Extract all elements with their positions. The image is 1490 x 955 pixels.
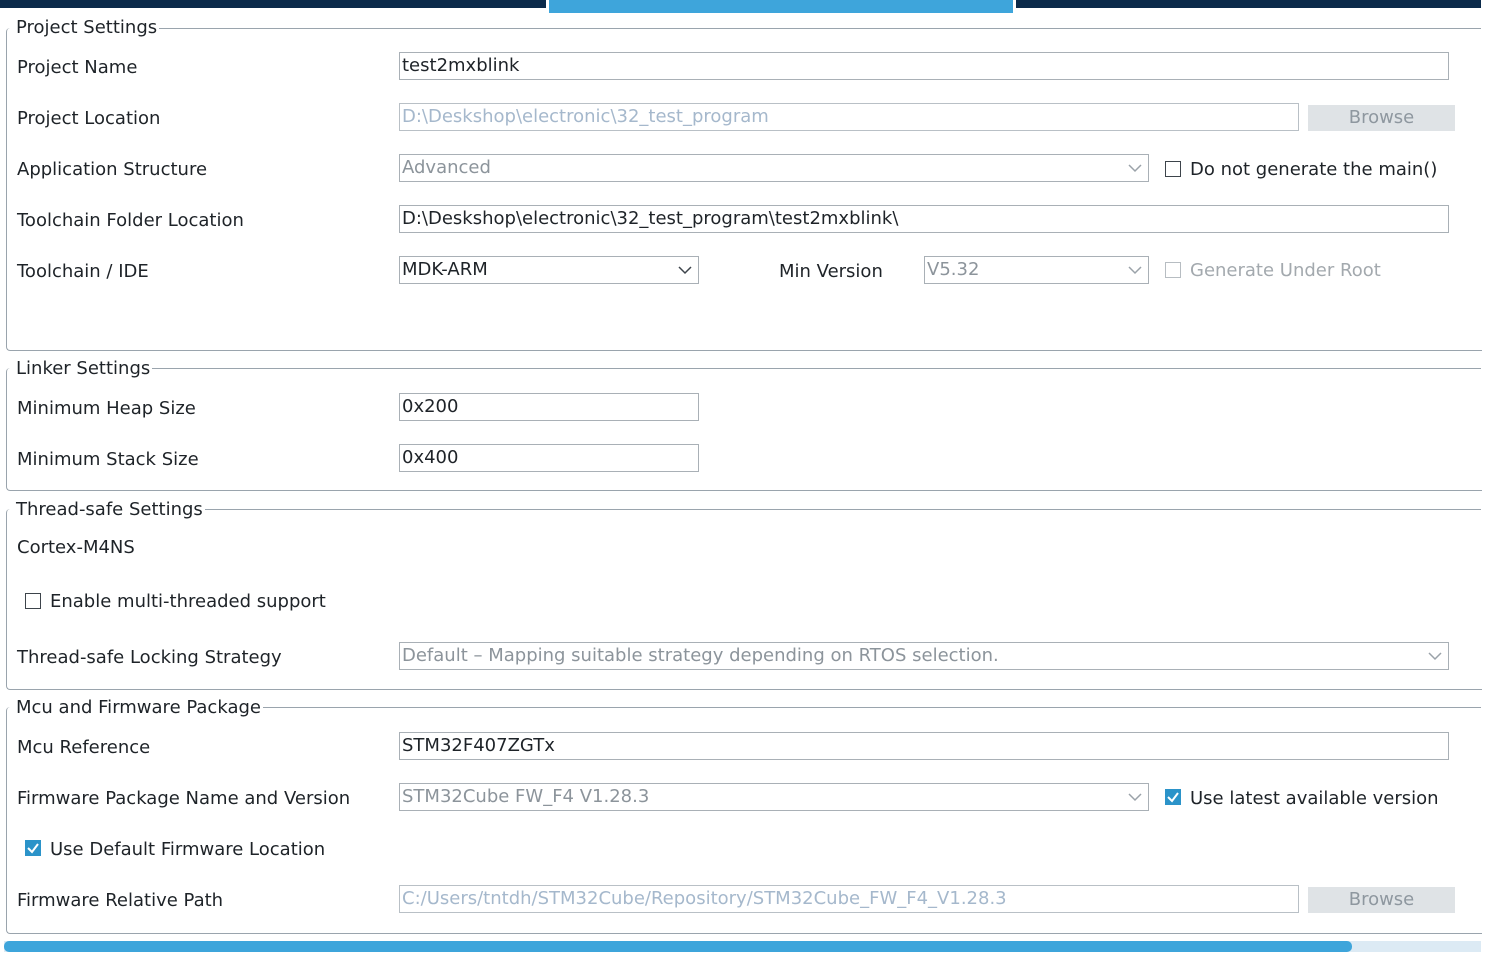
chevron-down-icon	[1128, 164, 1142, 173]
fw-package-value: STM32Cube FW_F4 V1.28.3	[402, 786, 650, 807]
stack-size-input[interactable]: 0x400	[399, 444, 699, 472]
toolchain-ide-label: Toolchain / IDE	[17, 261, 149, 282]
multithread-checkbox[interactable]	[25, 593, 41, 609]
use-default-location-checkbox[interactable]	[25, 840, 41, 856]
project-name-input[interactable]: test2mxblink	[399, 52, 1449, 80]
tab-active[interactable]	[549, 0, 1013, 13]
check-icon	[27, 843, 39, 854]
application-structure-label: Application Structure	[17, 159, 208, 180]
fw-package-select[interactable]: STM32Cube FW_F4 V1.28.3	[399, 783, 1149, 811]
project-name-label: Project Name	[17, 57, 138, 78]
application-structure-select[interactable]: Advanced	[399, 154, 1149, 182]
toolchain-folder-label: Toolchain Folder Location	[17, 210, 244, 231]
fw-package-label: Firmware Package Name and Version	[17, 788, 351, 809]
project-location-browse-button[interactable]: Browse	[1308, 105, 1455, 131]
tab-bar	[0, 0, 1481, 13]
min-version-select[interactable]: V5.32	[924, 256, 1149, 284]
application-structure-value: Advanced	[402, 157, 491, 178]
group-border	[146, 368, 1481, 369]
heap-size-input[interactable]: 0x200	[399, 393, 699, 421]
do-not-generate-main-checkbox[interactable]	[1165, 161, 1181, 177]
generate-under-root-checkbox	[1165, 262, 1181, 278]
mcu-reference-label: Mcu Reference	[17, 737, 151, 758]
linker-settings-title: Linker Settings	[14, 358, 153, 379]
locking-strategy-value: Default – Mapping suitable strategy depe…	[402, 645, 999, 666]
chevron-down-icon	[678, 266, 692, 275]
toolchain-ide-select[interactable]: MDK-ARM	[399, 256, 699, 284]
fw-relative-path-label: Firmware Relative Path	[17, 890, 224, 911]
linker-settings-group	[6, 368, 1482, 491]
fw-relative-path-input: C:/Users/tntdh/STM32Cube/Repository/STM3…	[399, 885, 1299, 913]
group-border	[152, 28, 1481, 29]
min-version-value: V5.32	[927, 259, 980, 280]
chevron-down-icon	[1428, 652, 1442, 661]
thread-safe-title: Thread-safe Settings	[14, 499, 205, 520]
horizontal-scrollbar-thumb[interactable]	[4, 941, 1352, 952]
check-icon	[1167, 792, 1179, 803]
tab-right[interactable]	[1016, 0, 1481, 8]
project-settings-title: Project Settings	[14, 17, 160, 38]
mcu-firmware-title: Mcu and Firmware Package	[14, 697, 263, 718]
mcu-reference-input[interactable]: STM32F407ZGTx	[399, 732, 1449, 760]
group-border	[198, 509, 1481, 510]
do-not-generate-main-label: Do not generate the main()	[1190, 159, 1438, 180]
fw-relative-path-browse-button[interactable]: Browse	[1308, 887, 1455, 913]
tab-left[interactable]	[0, 0, 546, 8]
locking-strategy-select[interactable]: Default – Mapping suitable strategy depe…	[399, 642, 1449, 670]
toolchain-ide-value: MDK-ARM	[402, 259, 488, 280]
project-location-input: D:\Deskshop\electronic\32_test_program	[399, 103, 1299, 131]
locking-strategy-label: Thread-safe Locking Strategy	[17, 647, 282, 668]
heap-size-label: Minimum Heap Size	[17, 398, 196, 419]
use-default-location-label: Use Default Firmware Location	[50, 839, 326, 860]
use-latest-version-checkbox[interactable]	[1165, 789, 1181, 805]
group-border	[260, 707, 1481, 708]
multithread-label: Enable multi-threaded support	[50, 591, 326, 612]
core-label: Cortex-M4NS	[17, 537, 135, 558]
use-latest-version-label: Use latest available version	[1190, 788, 1439, 809]
chevron-down-icon	[1128, 266, 1142, 275]
toolchain-folder-input[interactable]: D:\Deskshop\electronic\32_test_program\t…	[399, 205, 1449, 233]
chevron-down-icon	[1128, 793, 1142, 802]
project-location-label: Project Location	[17, 108, 161, 129]
generate-under-root-label: Generate Under Root	[1190, 260, 1381, 281]
min-version-label: Min Version	[779, 261, 883, 282]
stack-size-label: Minimum Stack Size	[17, 449, 199, 470]
